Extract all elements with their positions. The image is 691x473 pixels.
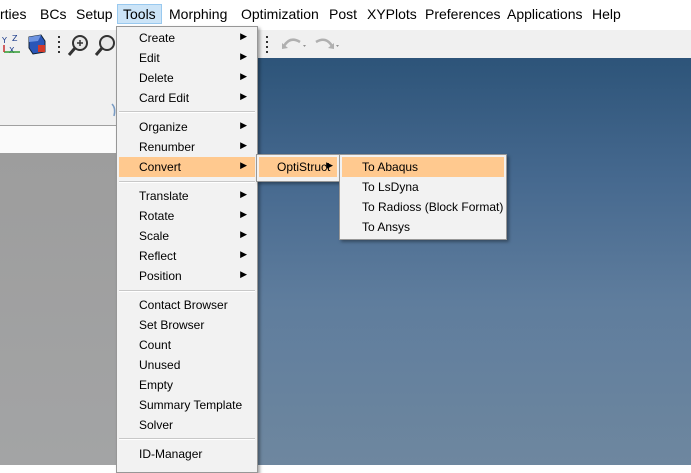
view-cube-icon[interactable] (26, 33, 48, 55)
menu-item-empty[interactable]: Empty (119, 375, 255, 395)
menu-item-to-lsdyna[interactable]: To LsDyna (342, 177, 504, 197)
submenu-arrow-icon: ▶ (240, 31, 247, 41)
menu-item-label: Summary Template (139, 398, 243, 412)
submenu-arrow-icon: ▶ (240, 160, 247, 170)
toolbar-grip-icon (58, 36, 60, 53)
axis-triad-icon[interactable]: Y Z X (0, 32, 24, 56)
menu-item-label: To Ansys (362, 220, 411, 234)
menu-item-contact-browser[interactable]: Contact Browser (119, 295, 255, 315)
menu-item-edit[interactable]: Edit ▶ (119, 48, 255, 68)
menu-item-create[interactable]: Create ▶ (119, 28, 255, 48)
menu-item-solver[interactable]: Solver (119, 415, 255, 435)
menu-item-renumber[interactable]: Renumber ▶ (119, 137, 255, 157)
menu-post[interactable]: Post (329, 6, 357, 22)
toolbar: Y Z X (0, 30, 691, 58)
menu-item-scale[interactable]: Scale ▶ (119, 226, 255, 246)
menu-applications[interactable]: Applications (507, 6, 583, 22)
menu-item-id-manager[interactable]: ID-Manager (119, 444, 255, 464)
menu-separator (119, 438, 255, 440)
menu-item-optistruct[interactable]: OptiStruct ▶ (259, 157, 337, 177)
menu-item-label: Delete (139, 71, 174, 85)
menu-item-translate[interactable]: Translate ▶ (119, 186, 255, 206)
submenu-arrow-icon: ▶ (240, 249, 247, 259)
menu-setup[interactable]: Setup (76, 6, 113, 22)
menu-item-label: Set Browser (139, 318, 205, 332)
submenu-arrow-icon: ▶ (240, 229, 247, 239)
menu-item-summary-template[interactable]: Summary Template (119, 395, 255, 415)
menu-item-label: ID-Manager (139, 447, 203, 461)
menu-item-position[interactable]: Position ▶ (119, 266, 255, 286)
menu-help[interactable]: Help (592, 6, 621, 22)
menu-item-label: OptiStruct (277, 160, 331, 174)
menu-morphing[interactable]: Morphing (169, 6, 227, 22)
menu-item-label: Reflect (139, 249, 177, 263)
menu-item-set-browser[interactable]: Set Browser (119, 315, 255, 335)
menu-item-unused[interactable]: Unused (119, 355, 255, 375)
menu-item-label: Convert (139, 160, 182, 174)
graphics-viewport[interactable] (257, 58, 691, 465)
menu-bcs[interactable]: BCs (40, 6, 66, 22)
menu-item-to-radioss[interactable]: To Radioss (Block Format) (342, 197, 504, 217)
menu-xyplots[interactable]: XYPlots (367, 6, 417, 22)
menu-preferences[interactable]: Preferences (425, 6, 500, 22)
toolbar-grip-icon-2 (266, 36, 268, 53)
menu-item-reflect[interactable]: Reflect ▶ (119, 246, 255, 266)
submenu-arrow-icon: ▶ (240, 189, 247, 199)
menu-item-rotate[interactable]: Rotate ▶ (119, 206, 255, 226)
menu-tools[interactable]: Tools (117, 4, 162, 24)
menu-separator (119, 290, 255, 292)
redo-icon[interactable] (312, 34, 340, 54)
menu-item-label: Contact Browser (139, 298, 228, 312)
svg-text:Z: Z (12, 34, 18, 43)
submenu-arrow-icon: ▶ (240, 269, 247, 279)
menu-item-label: Organize (139, 120, 188, 134)
submenu-arrow-icon: ▶ (240, 209, 247, 219)
menu-item-label: Translate (139, 189, 189, 203)
menu-separator (119, 181, 255, 183)
menu-item-label: Position (139, 269, 182, 283)
menu-item-label: Unused (139, 358, 181, 372)
undo-icon[interactable] (280, 34, 308, 54)
menu-item-count[interactable]: Count (119, 335, 255, 355)
submenu-arrow-icon: ▶ (326, 160, 333, 170)
menu-separator (119, 111, 255, 113)
menu-item-card-edit[interactable]: Card Edit ▶ (119, 88, 255, 108)
menu-item-delete[interactable]: Delete ▶ (119, 68, 255, 88)
menu-item-label: Scale (139, 229, 170, 243)
submenu-arrow-icon: ▶ (240, 71, 247, 81)
menu-item-to-abaqus[interactable]: To Abaqus (342, 157, 504, 177)
zoom-in-icon[interactable] (67, 33, 91, 57)
menu-item-label: Empty (139, 378, 174, 392)
menu-item-label: To Abaqus (362, 160, 419, 174)
menu-item-label: Solver (139, 418, 174, 432)
submenu-arrow-icon: ▶ (240, 140, 247, 150)
svg-text:X: X (9, 46, 15, 55)
menu-item-label: Count (139, 338, 172, 352)
zoom-icon[interactable] (94, 33, 116, 57)
menu-item-organize[interactable]: Organize ▶ (119, 117, 255, 137)
menu-item-label: Rotate (139, 209, 175, 223)
menu-item-convert[interactable]: Convert ▶ (119, 157, 255, 177)
svg-text:Y: Y (1, 36, 7, 45)
submenu-arrow-icon: ▶ (240, 51, 247, 61)
submenu-arrow-icon: ▶ (240, 120, 247, 130)
menu-optimization[interactable]: Optimization (241, 6, 319, 22)
menu-bar: rties BCs Setup Tools Morphing Optimizat… (0, 0, 691, 31)
menu-item-label: To Radioss (Block Format) (362, 200, 504, 214)
menu-item-label: To LsDyna (362, 180, 419, 194)
menu-properties[interactable]: rties (0, 6, 26, 22)
menu-item-to-ansys[interactable]: To Ansys (342, 217, 504, 237)
optistruct-submenu: To Abaqus To LsDyna To Radioss (Block Fo… (339, 154, 507, 240)
convert-submenu: OptiStruct ▶ (256, 154, 340, 182)
submenu-arrow-icon: ▶ (240, 91, 247, 101)
menu-item-label: Card Edit (139, 91, 190, 105)
tools-menu: Create ▶ Edit ▶ Delete ▶ Card Edit ▶ Organiz… (116, 26, 258, 473)
menu-item-label: Edit (139, 51, 160, 65)
menu-item-label: Renumber (139, 140, 196, 154)
menu-item-label: Create (139, 31, 176, 45)
